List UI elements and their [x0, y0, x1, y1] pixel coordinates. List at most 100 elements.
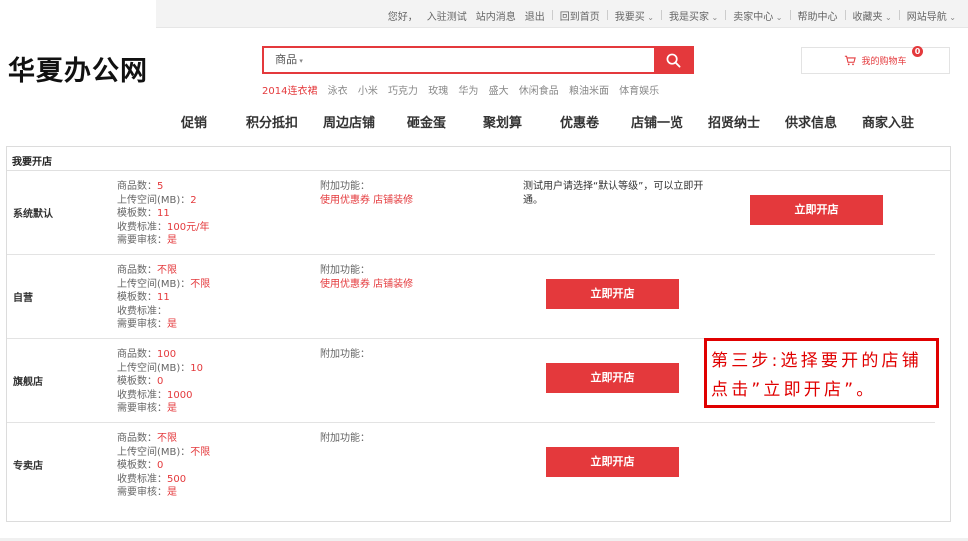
instruction-callout: 第三步:选择要开的店铺 点击”立即开店”。 [704, 338, 939, 408]
open-shop-button[interactable]: 立即开店 [546, 447, 679, 477]
grade-specs: 商品数：5 上传空间(MB)：2 模板数：11 收费标准：100元/年 需要审核… [117, 180, 209, 248]
main-nav: 促销 积分抵扣 周边店铺 砸金蛋 聚划算 优惠卷 店铺一览 招贤纳士 供求信息 … [156, 112, 968, 136]
open-shop-panel: 我要开店 系统默认 商品数：5 上传空间(MB)：2 模板数：11 收费标准：1… [6, 146, 951, 522]
open-shop-button[interactable]: 立即开店 [546, 363, 679, 393]
template-count: 0 [157, 376, 164, 387]
divider [661, 10, 662, 20]
hotword-link[interactable]: 华为 [458, 86, 478, 97]
hot-keywords: 2014连衣裙 泳衣 小米 巧克力 玫瑰 华为 盛大 休闲食品 粮油米面 体育娱… [262, 82, 666, 97]
spec-label: 商品数： [117, 433, 157, 444]
spec-label: 需要审核： [117, 235, 167, 246]
messages-link[interactable]: 站内消息 [476, 8, 516, 23]
search-input[interactable] [316, 50, 654, 70]
logout-link[interactable]: 退出 [525, 8, 545, 23]
extra-label: 附加功能： [320, 433, 370, 444]
hotword-link[interactable]: 小米 [358, 86, 378, 97]
callout-line-1: 第三步:选择要开的店铺 [711, 351, 922, 371]
extra-feature-list: 使用优惠券 店铺装修 [320, 278, 414, 290]
grade-specs: 商品数：不限 上传空间(MB)：不限 模板数：0 收费标准：500 需要审核：是 [117, 432, 210, 500]
search-button[interactable] [654, 48, 692, 72]
cart-count-badge: 0 [912, 46, 923, 57]
review-required: 是 [167, 403, 177, 414]
callout-line-2: 点击”立即开店”。 [711, 380, 877, 400]
extra-feature-list: 使用优惠券 店铺装修 [320, 194, 414, 206]
search-box: 商品 [262, 46, 694, 74]
extra-features: 附加功能： [320, 348, 370, 362]
seller-center-menu[interactable]: 卖家中心 [733, 8, 782, 23]
spec-label: 上传空间(MB)： [117, 446, 191, 458]
nav-item-nearby-shops[interactable]: 周边店铺 [323, 112, 375, 131]
site-nav-menu[interactable]: 网站导航 [907, 8, 956, 23]
spec-label: 模板数： [117, 292, 157, 303]
page: 您好， 入驻测试 站内消息 退出 回到首页 我要买 我是买家 卖家中心 帮助中心… [0, 0, 968, 541]
hotword-link[interactable]: 粮油米面 [569, 86, 609, 97]
spec-label: 商品数： [117, 265, 157, 276]
grade-name: 系统默认 [13, 209, 53, 220]
hotword-link[interactable]: 2014连衣裙 [262, 86, 317, 97]
cart-button[interactable]: 我的购物车 0 [801, 46, 950, 74]
favorites-menu[interactable]: 收藏夹 [853, 8, 892, 23]
search-category-select[interactable]: 商品 [264, 48, 314, 72]
hotword-link[interactable]: 巧克力 [388, 86, 418, 97]
grade-specs: 商品数：不限 上传空间(MB)：不限 模板数：11 收费标准： 需要审核：是 [117, 264, 210, 332]
spec-label: 收费标准： [117, 389, 167, 401]
divider [725, 10, 727, 20]
upload-space: 不限 [190, 446, 211, 458]
cart-icon [845, 55, 857, 66]
nav-item-coupons[interactable]: 优惠卷 [560, 112, 599, 131]
spec-label: 商品数： [117, 181, 157, 192]
buyer-menu[interactable]: 我是买家 [669, 8, 718, 23]
enter-test-link[interactable]: 入驻测试 [427, 8, 467, 23]
extra-label: 附加功能： [320, 181, 370, 192]
spec-label: 收费标准： [117, 473, 167, 485]
template-count: 11 [157, 208, 170, 219]
top-nav: 您好， 入驻测试 站内消息 退出 回到首页 我要买 我是买家 卖家中心 帮助中心… [387, 8, 956, 23]
shop-grade-row: 专卖店 商品数：不限 上传空间(MB)：不限 模板数：0 收费标准：500 需要… [7, 423, 950, 507]
nav-item-jobs[interactable]: 招贤纳士 [708, 112, 760, 131]
hotword-link[interactable]: 休闲食品 [519, 86, 559, 97]
nav-item-supply-demand[interactable]: 供求信息 [785, 112, 837, 131]
nav-item-shop-list[interactable]: 店铺一览 [631, 112, 683, 131]
spec-label: 上传空间(MB)： [117, 362, 191, 374]
extra-label: 附加功能： [320, 349, 370, 360]
divider [551, 10, 553, 20]
nav-item-group-buy[interactable]: 聚划算 [483, 112, 522, 131]
upload-space: 不限 [190, 278, 211, 290]
greeting-text: 您好， [387, 11, 418, 23]
shop-grade-row: 自营 商品数：不限 上传空间(MB)：不限 模板数：11 收费标准： 需要审核：… [7, 255, 950, 339]
spec-label: 收费标准： [117, 221, 167, 233]
open-shop-button[interactable]: 立即开店 [546, 279, 679, 309]
panel-header: 我要开店 [7, 147, 950, 171]
hotword-link[interactable]: 盛大 [489, 86, 509, 97]
buy-menu[interactable]: 我要买 [615, 8, 654, 23]
extra-features: 附加功能： [320, 432, 370, 446]
divider [898, 10, 900, 20]
grade-name: 专卖店 [13, 461, 43, 472]
hotword-link[interactable]: 玫瑰 [428, 86, 448, 97]
nav-item-points[interactable]: 积分抵扣 [246, 112, 298, 131]
nav-item-promotion[interactable]: 促销 [181, 112, 207, 131]
extra-features: 附加功能： 使用优惠券 店铺装修 [320, 180, 413, 207]
home-link[interactable]: 回到首页 [560, 8, 600, 23]
review-required: 是 [167, 235, 177, 246]
help-center-link[interactable]: 帮助中心 [798, 8, 838, 23]
spec-label: 商品数： [117, 349, 157, 360]
spec-label: 模板数： [117, 460, 157, 471]
spec-label: 需要审核： [117, 319, 167, 330]
site-logo[interactable]: 华夏办公网 [0, 0, 156, 136]
spec-label: 上传空间(MB)： [117, 278, 191, 290]
hotword-link[interactable]: 泳衣 [328, 86, 348, 97]
hotword-link[interactable]: 体育娱乐 [619, 86, 659, 97]
template-count: 11 [157, 292, 170, 303]
review-required: 是 [167, 487, 177, 498]
spec-label: 上传空间(MB)： [117, 194, 191, 206]
grade-note: 测试用户请选择“默认等级”，可以立即开通。 [523, 181, 704, 206]
goods-count: 不限 [157, 433, 177, 444]
grade-name: 自营 [13, 293, 33, 304]
nav-item-golden-egg[interactable]: 砸金蛋 [407, 112, 446, 131]
review-required: 是 [167, 319, 177, 330]
upload-space: 2 [190, 194, 197, 206]
nav-item-merchant-join[interactable]: 商家入驻 [862, 112, 914, 131]
upload-space: 10 [190, 362, 204, 374]
open-shop-button[interactable]: 立即开店 [750, 195, 883, 225]
